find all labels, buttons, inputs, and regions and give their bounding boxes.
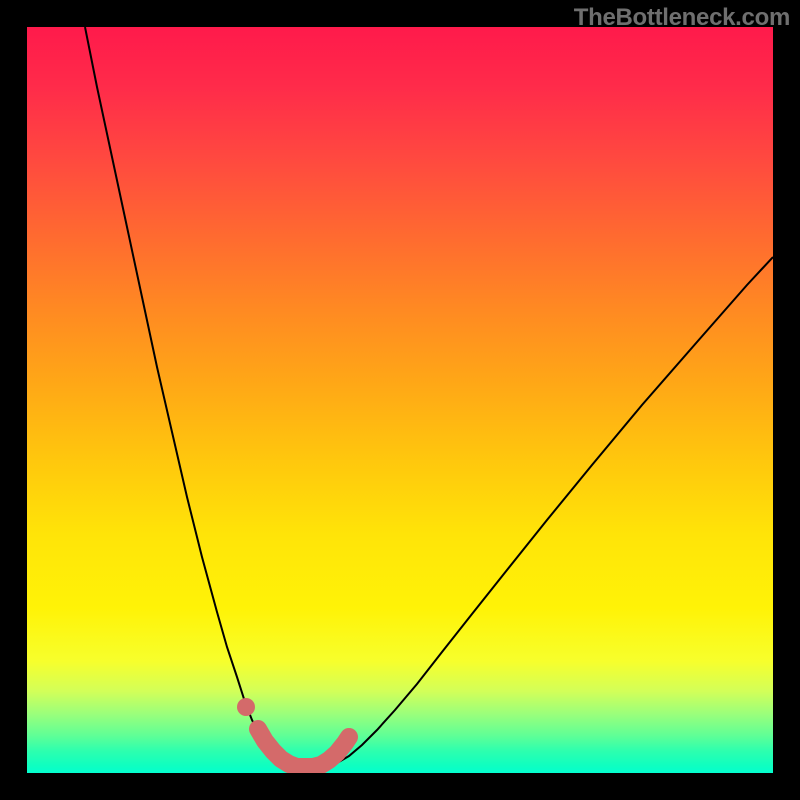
trough-highlight-path xyxy=(258,729,349,767)
plot-area xyxy=(27,27,773,773)
highlight-layer xyxy=(27,27,773,773)
watermark-text: TheBottleneck.com xyxy=(574,4,790,32)
left-dot-marker xyxy=(237,698,255,716)
outer-frame: TheBottleneck.com xyxy=(0,0,800,800)
